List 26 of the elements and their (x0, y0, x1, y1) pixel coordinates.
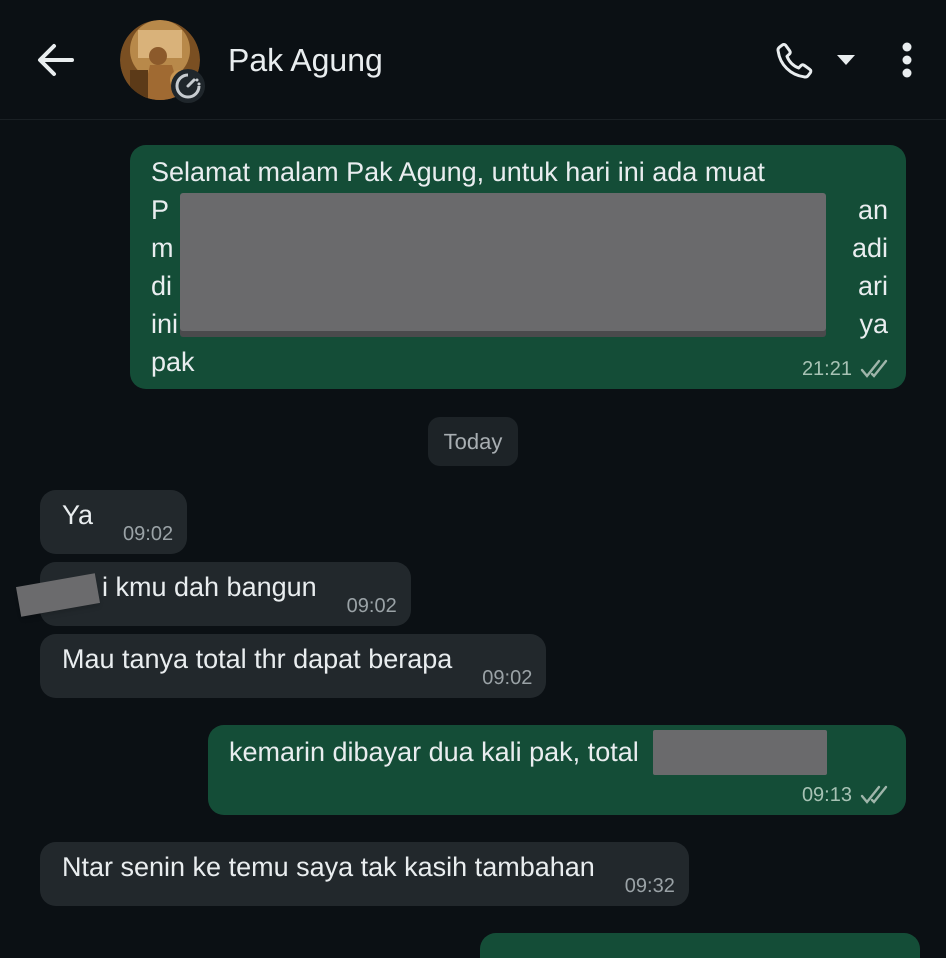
message-text: P (151, 194, 170, 227)
message-text: Ntar senin ke temu saya tak kasih tambahan (62, 851, 595, 884)
message-text: an (858, 194, 888, 227)
message-text: kemarin dibayar dua kali pak, total (229, 736, 639, 769)
message-time: 09:02 (123, 522, 174, 546)
message-text: ari (858, 270, 888, 303)
message-time: 21:21 (802, 357, 852, 381)
message-time: 09:32 (624, 874, 675, 898)
message-text: Ya (62, 499, 94, 532)
more-icon[interactable] (902, 42, 912, 78)
message-text: m (151, 232, 174, 265)
message-text: ini (151, 308, 178, 341)
message-time: 09:02 (482, 666, 532, 690)
message-text: Mau tanya total thr dapat berapa (62, 643, 452, 676)
back-icon[interactable] (36, 42, 74, 76)
message-text: adi (852, 232, 888, 265)
message-text: ya (859, 308, 888, 341)
message-time: 09:02 (346, 594, 397, 618)
status-ring-icon (170, 68, 206, 104)
message-text: pak (151, 346, 195, 379)
message-text: di (151, 270, 172, 303)
message-text: Selamat malam Pak Agung, untuk hari ini ada muat (151, 156, 765, 189)
message-text: i kmu dah bangun (102, 571, 317, 604)
message-time: 09:13 (802, 783, 852, 807)
caret-icon[interactable] (836, 54, 856, 66)
contact-name[interactable]: Pak Agung (228, 36, 383, 84)
